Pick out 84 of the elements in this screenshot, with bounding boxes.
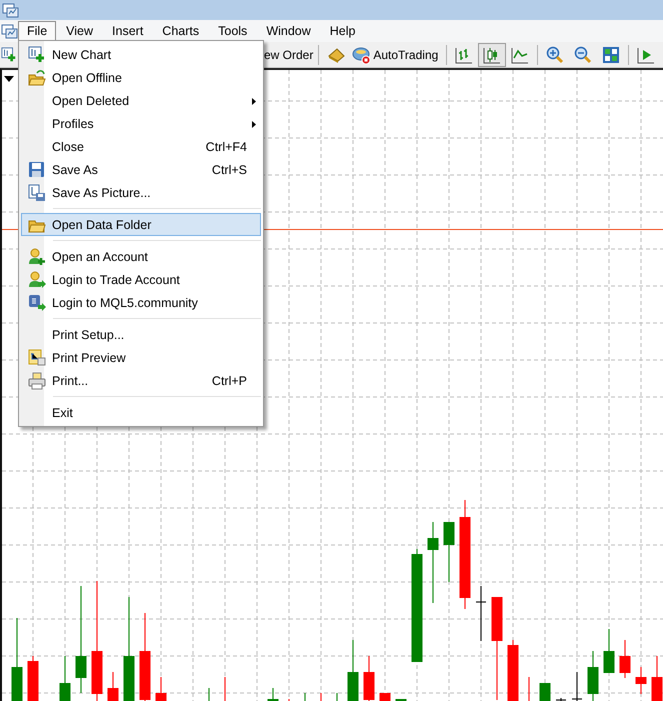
candle [28, 656, 38, 701]
menu-item[interactable]: File [18, 20, 56, 42]
candle [604, 628, 614, 674]
line-chart-icon [511, 46, 530, 64]
candle [156, 676, 166, 701]
app-icon[interactable] [1, 22, 18, 40]
candle [60, 656, 70, 701]
candle [620, 640, 630, 678]
menu-item-label: Login to Trade Account [52, 272, 181, 286]
zoom-out-icon [574, 46, 592, 64]
printer-icon [28, 372, 46, 390]
candle [444, 522, 454, 582]
candle [540, 682, 550, 701]
menu-item-label: Open Data Folder [52, 218, 152, 232]
menu-item-label: Open Deleted [52, 94, 130, 108]
candle [636, 666, 646, 694]
menu-item-label: Profiles [52, 116, 95, 130]
chart-type-button[interactable] [478, 42, 506, 66]
print-preview-icon [28, 348, 46, 366]
autotrading-button[interactable]: AutoTrading [350, 42, 440, 66]
menu-item-label: Save As Picture... [52, 186, 152, 200]
user-plus-icon [28, 248, 46, 266]
candle [380, 692, 390, 701]
menu-item[interactable]: Profiles [21, 112, 261, 135]
menu-item-label: Print... [52, 374, 90, 388]
menu-item[interactable]: Open Deleted [21, 89, 261, 112]
menu-item[interactable]: Print Preview [21, 346, 261, 369]
chart-plus-icon [28, 46, 46, 64]
zoom-in-icon [546, 46, 564, 64]
menu-item-label: Open Offline [52, 70, 123, 84]
dropdown-arrow-icon[interactable] [4, 76, 14, 82]
shortcut-label: Ctrl+P [212, 374, 248, 388]
menu-item[interactable]: View [57, 20, 102, 42]
menu-item[interactable]: Login to MQL5.community [21, 291, 261, 314]
robot-stop-icon [352, 46, 370, 64]
folder-icon [28, 68, 46, 86]
candle [476, 586, 486, 642]
menu-item[interactable]: Print Setup... [21, 323, 261, 346]
shortcut-label: Ctrl+S [212, 162, 248, 176]
menu-item-label: Print Setup... [52, 328, 126, 342]
tile-windows-icon [602, 46, 620, 64]
menu-item[interactable]: Charts [153, 20, 208, 42]
bar-chart-icon [455, 46, 474, 64]
candle [348, 640, 358, 701]
menu-item[interactable]: Open an Account [21, 245, 261, 268]
menu-item-label: Close [52, 140, 85, 154]
candle [364, 656, 374, 701]
menu-item[interactable]: Login to Trade Account [21, 268, 261, 291]
menu-item[interactable]: Close Ctrl+F4 [21, 135, 261, 158]
menu-item-label: Login to MQL5.community [52, 296, 199, 310]
menu-item[interactable]: Save As Picture... [21, 181, 261, 204]
candle [268, 688, 278, 701]
community-login-icon [28, 294, 46, 312]
menu-item[interactable]: Exit [21, 401, 261, 424]
candle [556, 698, 566, 701]
menu-item[interactable]: Tools [209, 20, 256, 42]
save-picture-icon [28, 184, 46, 202]
menu-item[interactable]: Insert [103, 20, 152, 42]
menu-item[interactable]: Help [320, 20, 364, 42]
user-arrow-icon [28, 270, 46, 288]
candle [588, 650, 598, 701]
app-icon [2, 2, 19, 18]
new-order-button[interactable]: ew Order [262, 42, 316, 66]
menu-item[interactable]: New Chart [21, 43, 261, 66]
menu-item[interactable]: Open Data Folder [21, 213, 261, 236]
menu-item[interactable]: Open Offline [21, 66, 261, 89]
candle [396, 698, 406, 701]
candle [108, 672, 118, 701]
shortcut-label: Ctrl+F4 [206, 140, 248, 154]
candlestick-icon [483, 46, 502, 64]
menu-item-label: Print Preview [52, 350, 127, 364]
ingot-icon [327, 46, 346, 64]
menu-item[interactable]: Window [257, 20, 320, 42]
candle [508, 640, 518, 701]
menu-item-label: Save As [52, 162, 99, 176]
candle [572, 672, 582, 701]
candle [652, 656, 662, 701]
chart-plus-icon[interactable] [1, 46, 17, 62]
menu-item-label: Exit [52, 406, 74, 420]
menu-item-label: New Chart [52, 48, 112, 62]
menu-item[interactable]: Print... Ctrl+P [21, 369, 261, 392]
menu-item-label: Open an Account [52, 250, 149, 264]
play-chart-icon [637, 46, 656, 64]
menu-item[interactable]: Save As Ctrl+S [21, 158, 261, 181]
